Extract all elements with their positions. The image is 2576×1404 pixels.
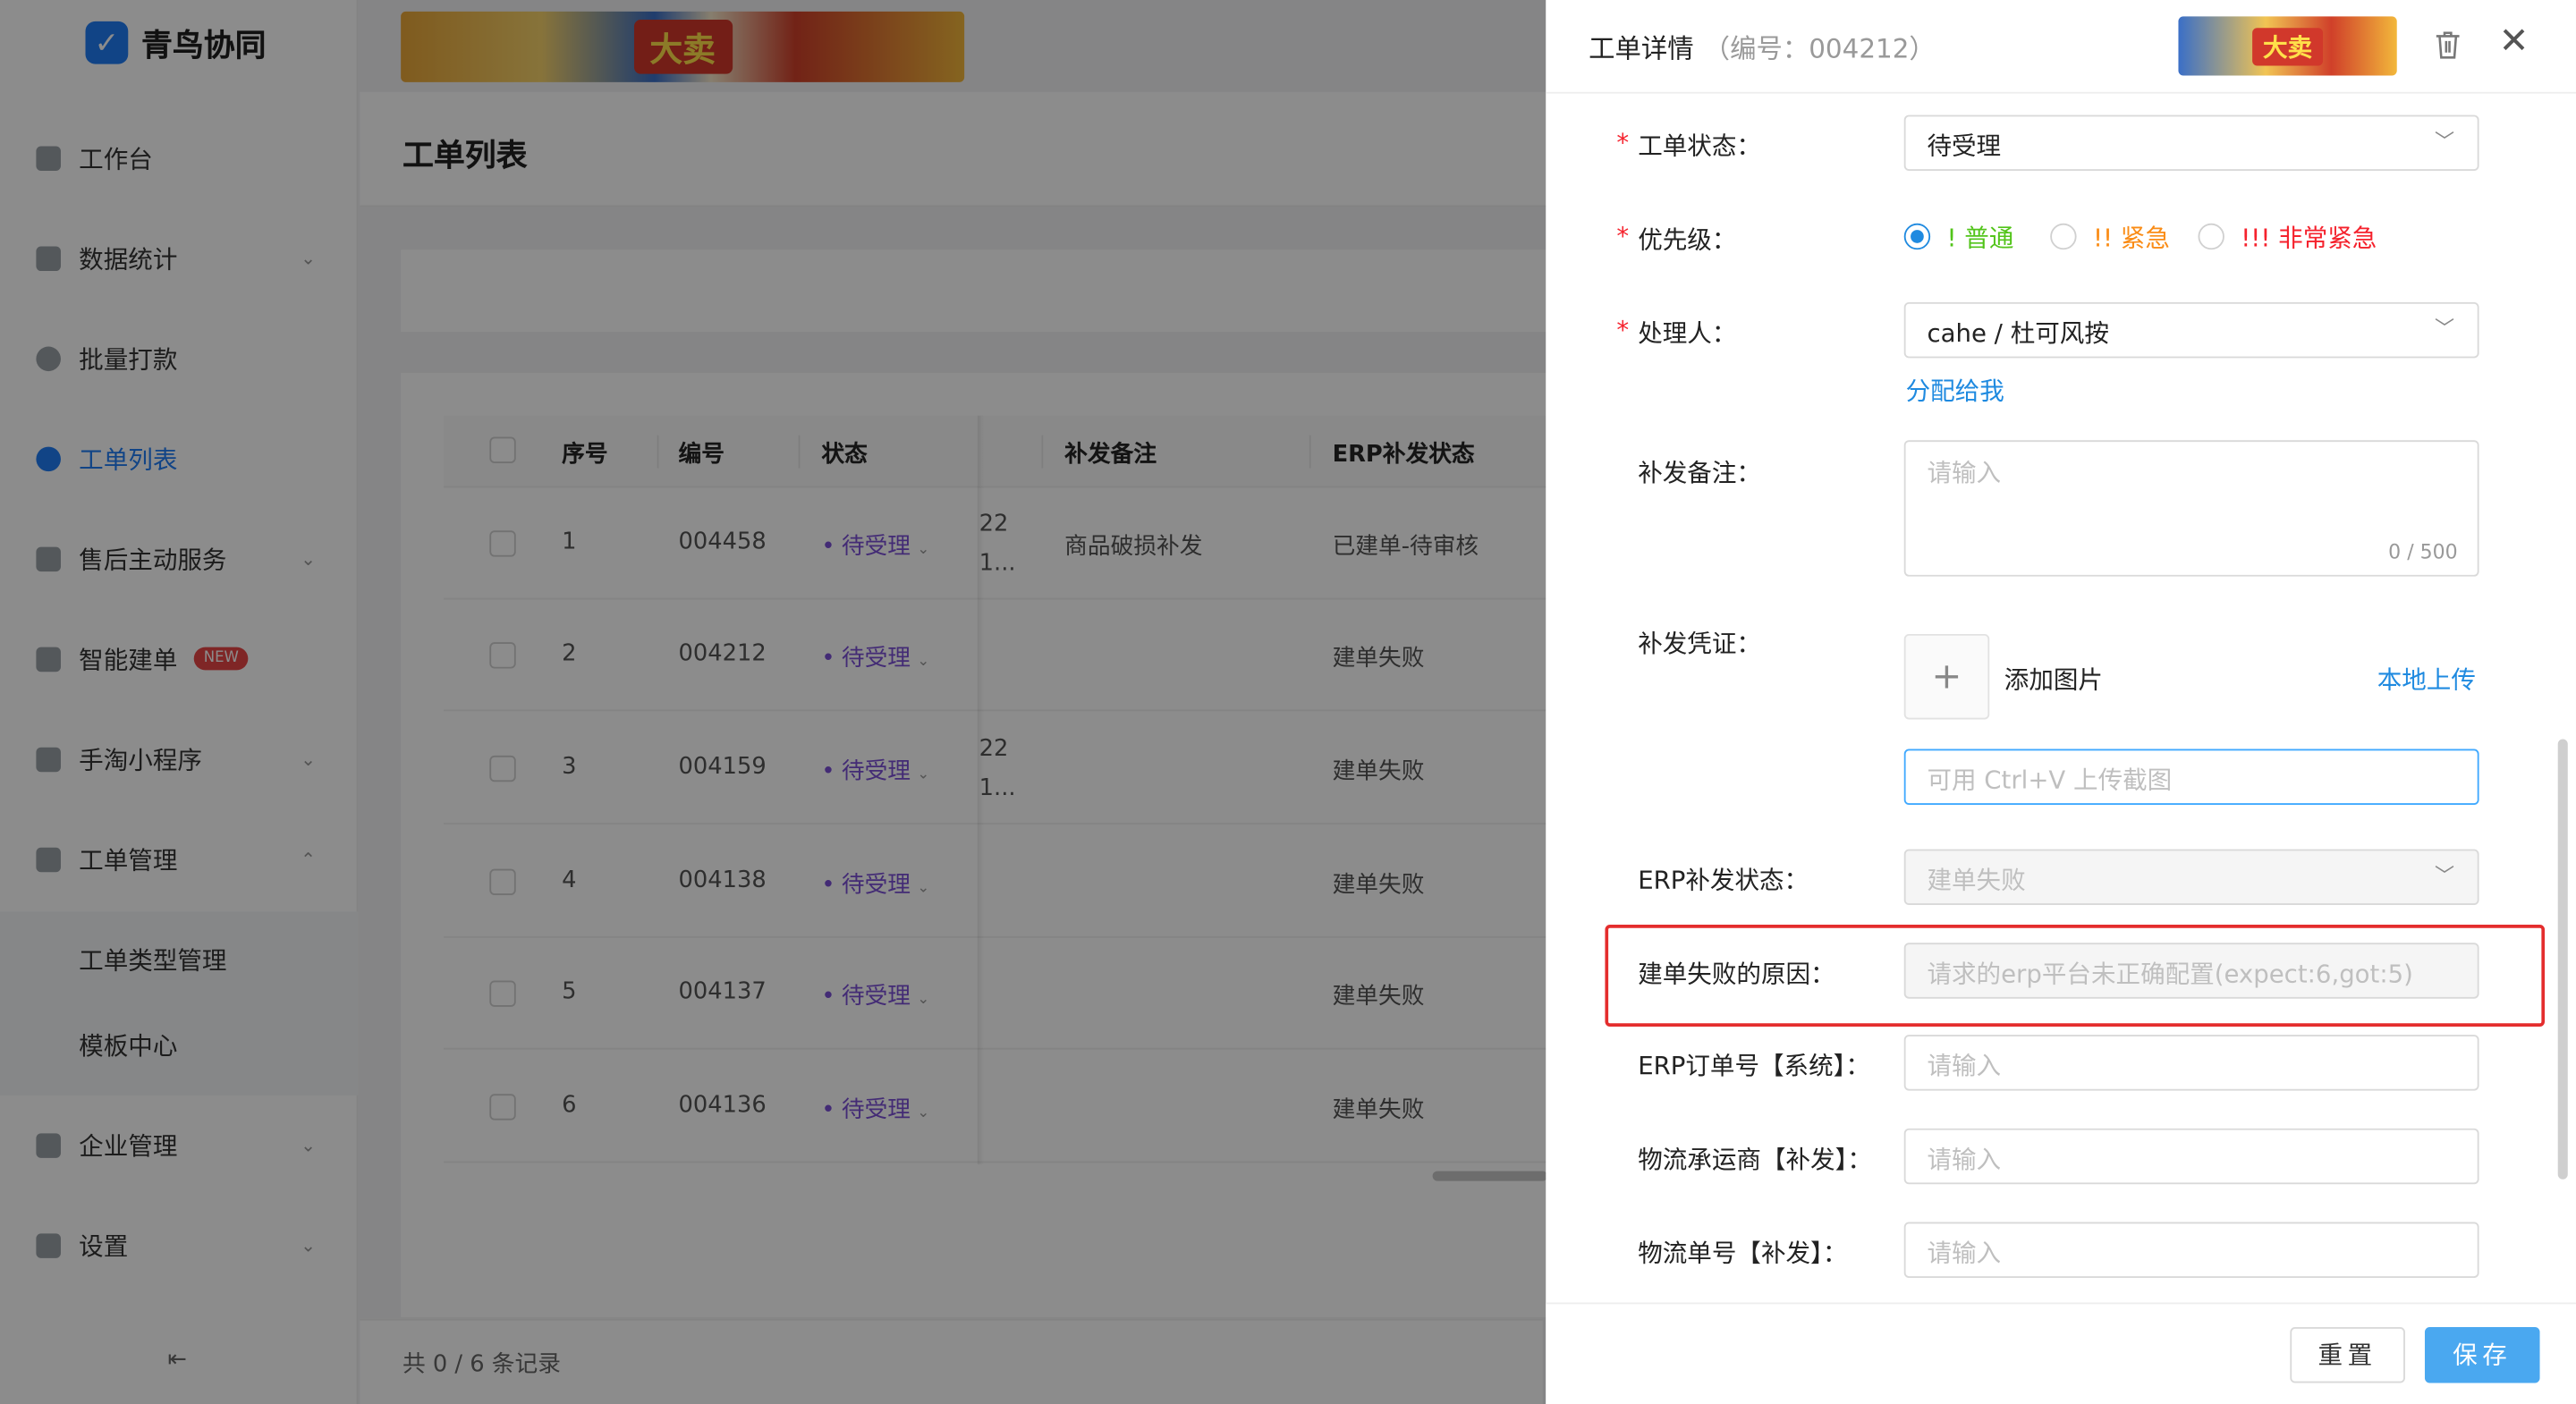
required-mark: * — [1616, 128, 1630, 158]
remark-label: 补发备注： — [1638, 458, 1761, 488]
erp-status-label: ERP补发状态： — [1638, 865, 1809, 896]
drawer-title: 工单详情 （编号：004212） — [1589, 32, 1936, 64]
handler-label: 处理人： — [1638, 318, 1737, 349]
promo-banner-small[interactable]: 大卖 — [2178, 16, 2397, 76]
chevron-down-icon: ﹀ — [2434, 130, 2455, 153]
chevron-down-icon: ﹀ — [2434, 317, 2455, 341]
banner-text: 大卖 — [2253, 27, 2323, 65]
reset-button[interactable]: 重置 — [2290, 1327, 2405, 1383]
required-mark: * — [1616, 221, 1630, 252]
save-button[interactable]: 保存 — [2424, 1327, 2540, 1383]
close-icon[interactable]: ✕ — [2499, 24, 2529, 60]
carrier-input[interactable]: 请输入 — [1903, 1128, 2479, 1185]
tracking-label: 物流单号【补发】： — [1638, 1238, 1848, 1268]
paste-screenshot-input[interactable]: 可用 Ctrl+V 上传截图 — [1903, 749, 2479, 805]
erp-status-select: 建单失败 ﹀ — [1903, 849, 2479, 906]
status-label: 工单状态： — [1638, 131, 1761, 161]
char-counter: 0 / 500 — [2388, 540, 2458, 563]
ticket-number: （编号：004212） — [1703, 32, 1936, 64]
local-upload-link[interactable]: 本地上传 — [2377, 662, 2476, 697]
assign-to-me-link[interactable]: 分配给我 — [1906, 373, 2004, 408]
erp-order-label: ERP订单号【系统】： — [1638, 1051, 1870, 1081]
drawer-footer — [1546, 1302, 2576, 1404]
modal-overlay[interactable] — [0, 0, 1546, 1404]
plus-icon: + — [1931, 655, 1962, 698]
carrier-label: 物流承运商【补发】： — [1638, 1145, 1872, 1175]
proof-label: 补发凭证： — [1638, 629, 1761, 659]
ticket-detail-drawer: 工单详情 （编号：004212） 大卖 ✕ * 工单状态： 待受理 ﹀ * 优先级：… — [1546, 0, 2576, 1404]
fail-reason-field: 请求的erp平台未正确配置(expect:6,got:5) — [1903, 943, 2479, 999]
priority-label: 优先级： — [1638, 224, 1737, 255]
fail-reason-label: 建单失败的原因： — [1638, 959, 1835, 989]
drawer-header: 工单详情 （编号：004212） 大卖 ✕ — [1546, 0, 2576, 94]
remark-textarea[interactable]: 请输入 0 / 500 — [1903, 440, 2479, 577]
status-select[interactable]: 待受理 ﹀ — [1903, 114, 2479, 172]
priority-critical-radio[interactable] — [2198, 223, 2224, 250]
priority-urgent-radio[interactable] — [2050, 223, 2077, 250]
tracking-input[interactable]: 请输入 — [1903, 1222, 2479, 1278]
handler-select[interactable]: cahe / 杜可风按 ﹀ — [1903, 301, 2479, 359]
erp-order-input[interactable]: 请输入 — [1903, 1035, 2479, 1091]
chevron-down-icon: ﹀ — [2434, 864, 2455, 887]
trash-icon[interactable] — [2433, 28, 2462, 61]
priority-critical-label[interactable]: !!! 非常紧急 — [2241, 220, 2377, 255]
priority-normal-label[interactable]: ! 普通 — [1946, 220, 2013, 255]
required-mark: * — [1616, 315, 1630, 345]
add-image-button[interactable]: + — [1903, 633, 1990, 720]
priority-urgent-label[interactable]: !! 紧急 — [2093, 220, 2170, 255]
priority-normal-radio[interactable] — [1903, 223, 1931, 250]
add-image-label[interactable]: 添加图片 — [2004, 662, 2103, 697]
vertical-scrollbar[interactable] — [2557, 739, 2568, 1180]
